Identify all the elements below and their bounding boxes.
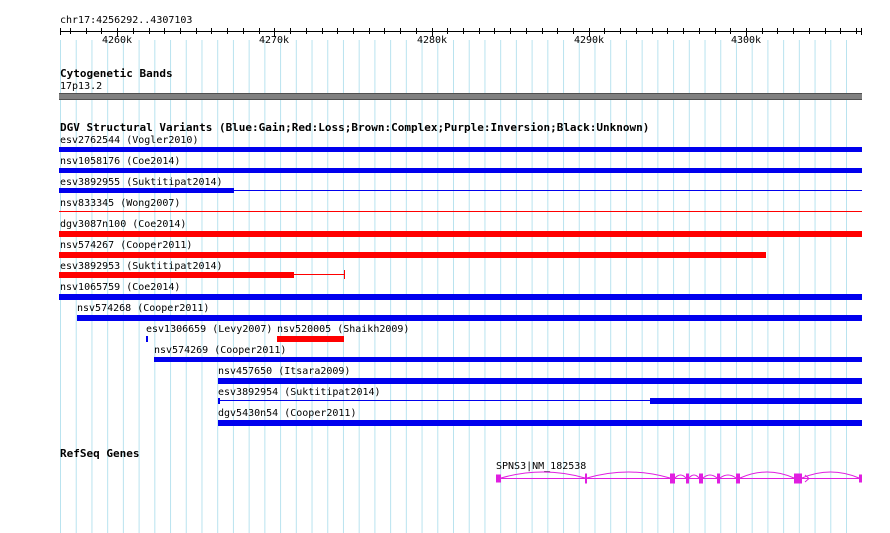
intron bbox=[739, 471, 795, 479]
exon bbox=[859, 474, 862, 483]
exon bbox=[794, 473, 802, 484]
exon bbox=[699, 473, 703, 484]
intron bbox=[801, 471, 860, 479]
intron bbox=[719, 474, 737, 479]
exon bbox=[736, 473, 740, 484]
intron bbox=[674, 474, 687, 479]
exon bbox=[686, 473, 689, 484]
gene-model[interactable] bbox=[0, 0, 890, 533]
exon bbox=[670, 473, 675, 484]
exon bbox=[496, 474, 501, 483]
exon bbox=[585, 473, 587, 484]
intron bbox=[688, 474, 700, 479]
intron bbox=[500, 471, 586, 479]
intron bbox=[586, 471, 671, 479]
intron bbox=[702, 474, 718, 479]
exon bbox=[717, 473, 720, 484]
